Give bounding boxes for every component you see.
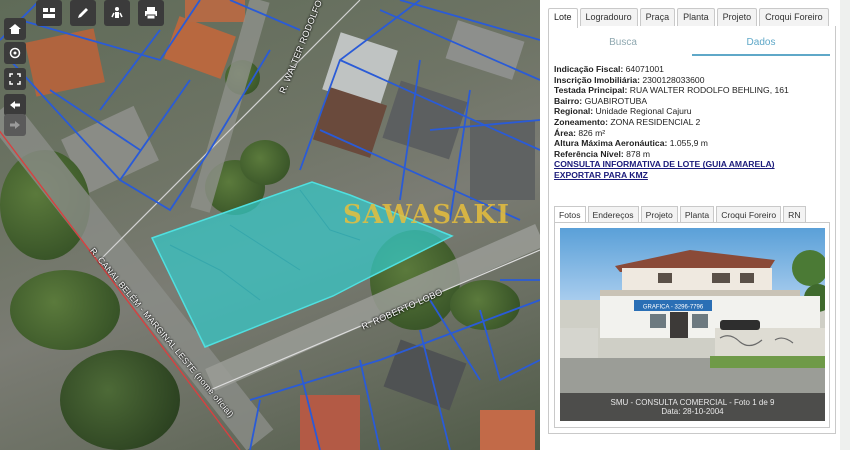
tab-croqui-foreiro-inner[interactable]: Croqui Foreiro [716,206,782,222]
photo-caption-date: Data: 28-10-2004 [661,407,724,416]
layers-icon [43,8,55,18]
back-button[interactable] [4,94,26,116]
back-arrow-icon [10,101,20,109]
tab-planta-inner[interactable]: Planta [679,206,715,222]
street-view-button[interactable] [104,0,130,26]
field-testada-principal: Testada Principal: RUA WALTER RODOLFO BE… [554,85,789,96]
forward-arrow-icon [10,121,20,129]
main-tabs: Lote Logradouro Praça Planta Projeto Cro… [548,8,831,28]
home-icon [9,24,21,34]
field-indicacao-fiscal: Indicação Fiscal: 64071001 [554,64,664,74]
print-icon [145,7,157,20]
watermark-logo: SAWASAKI [343,200,511,230]
tab-rn[interactable]: RN [783,206,806,222]
subtab-busca[interactable]: Busca [554,32,692,56]
tab-logradouro[interactable]: Logradouro [579,8,638,26]
field-inscricao-imobiliaria: Inscrição Imobiliária: 2300128033600 [554,74,705,85]
tab-enderecos[interactable]: Endereços [587,206,639,222]
street-view-icon [111,7,123,18]
panel-edge [840,0,850,450]
shop-sign: GRAFICA - 3296-7796 [643,305,704,311]
print-button[interactable] [138,0,164,26]
layers-button[interactable] [36,0,62,26]
tab-lote[interactable]: Lote [548,8,578,28]
edit-button[interactable] [70,0,96,26]
field-zoneamento: Zoneamento: ZONA RESIDENCIAL 2 [554,116,701,127]
lot-details: Indicação Fiscal: 64071001 Inscrição Imo… [554,64,789,181]
tab-fotos[interactable]: Fotos [554,206,586,222]
info-panel: Lote Logradouro Praça Planta Projeto Cro… [540,0,850,450]
consulta-informativa-link[interactable]: CONSULTA INFORMATIVA DE LOTE (GUIA AMARE… [554,159,789,170]
map-view[interactable]: SAWASAKI R. WALTER RODOLFO BEHLING R. RO… [0,0,540,450]
tab-praca[interactable]: Praça [639,8,676,26]
fullscreen-icon [9,73,21,85]
forward-button[interactable] [4,114,26,136]
field-referencia-nivel: Referência Nível: 878 m [554,148,651,159]
photo-tabs: Fotos Endereços Projeto Planta Croqui Fo… [554,206,808,222]
field-area: Área: 826 m² [554,127,606,138]
tab-projeto-inner[interactable]: Projeto [640,206,678,222]
tab-croqui-foreiro[interactable]: Croqui Foreiro [759,8,829,26]
tab-planta[interactable]: Planta [677,8,715,26]
tab-projeto[interactable]: Projeto [716,8,758,26]
home-button[interactable] [4,18,26,40]
edit-icon [78,8,88,18]
fullscreen-button[interactable] [4,68,26,90]
subtab-dados[interactable]: Dados [692,32,830,56]
locate-icon [9,47,21,59]
field-regional: Regional: Unidade Regional Cajuru [554,106,692,117]
subtabs: Busca Dados [554,32,830,56]
photo-caption: SMU - CONSULTA COMERCIAL - Foto 1 de 9 D… [560,393,825,421]
field-bairro: Bairro: GUABIROTUBA [554,95,648,106]
property-photo[interactable]: GRAFICA - 3296-7796 SMU - CONSULTA COMER… [560,228,825,421]
locate-button[interactable] [4,42,26,64]
photo-caption-title: SMU - CONSULTA COMERCIAL - Foto 1 de 9 [610,398,775,407]
exportar-kmz-link[interactable]: EXPORTAR PARA KMZ [554,170,789,181]
field-altura-maxima: Altura Máxima Aeronáutica: 1.055,9 m [554,138,708,149]
